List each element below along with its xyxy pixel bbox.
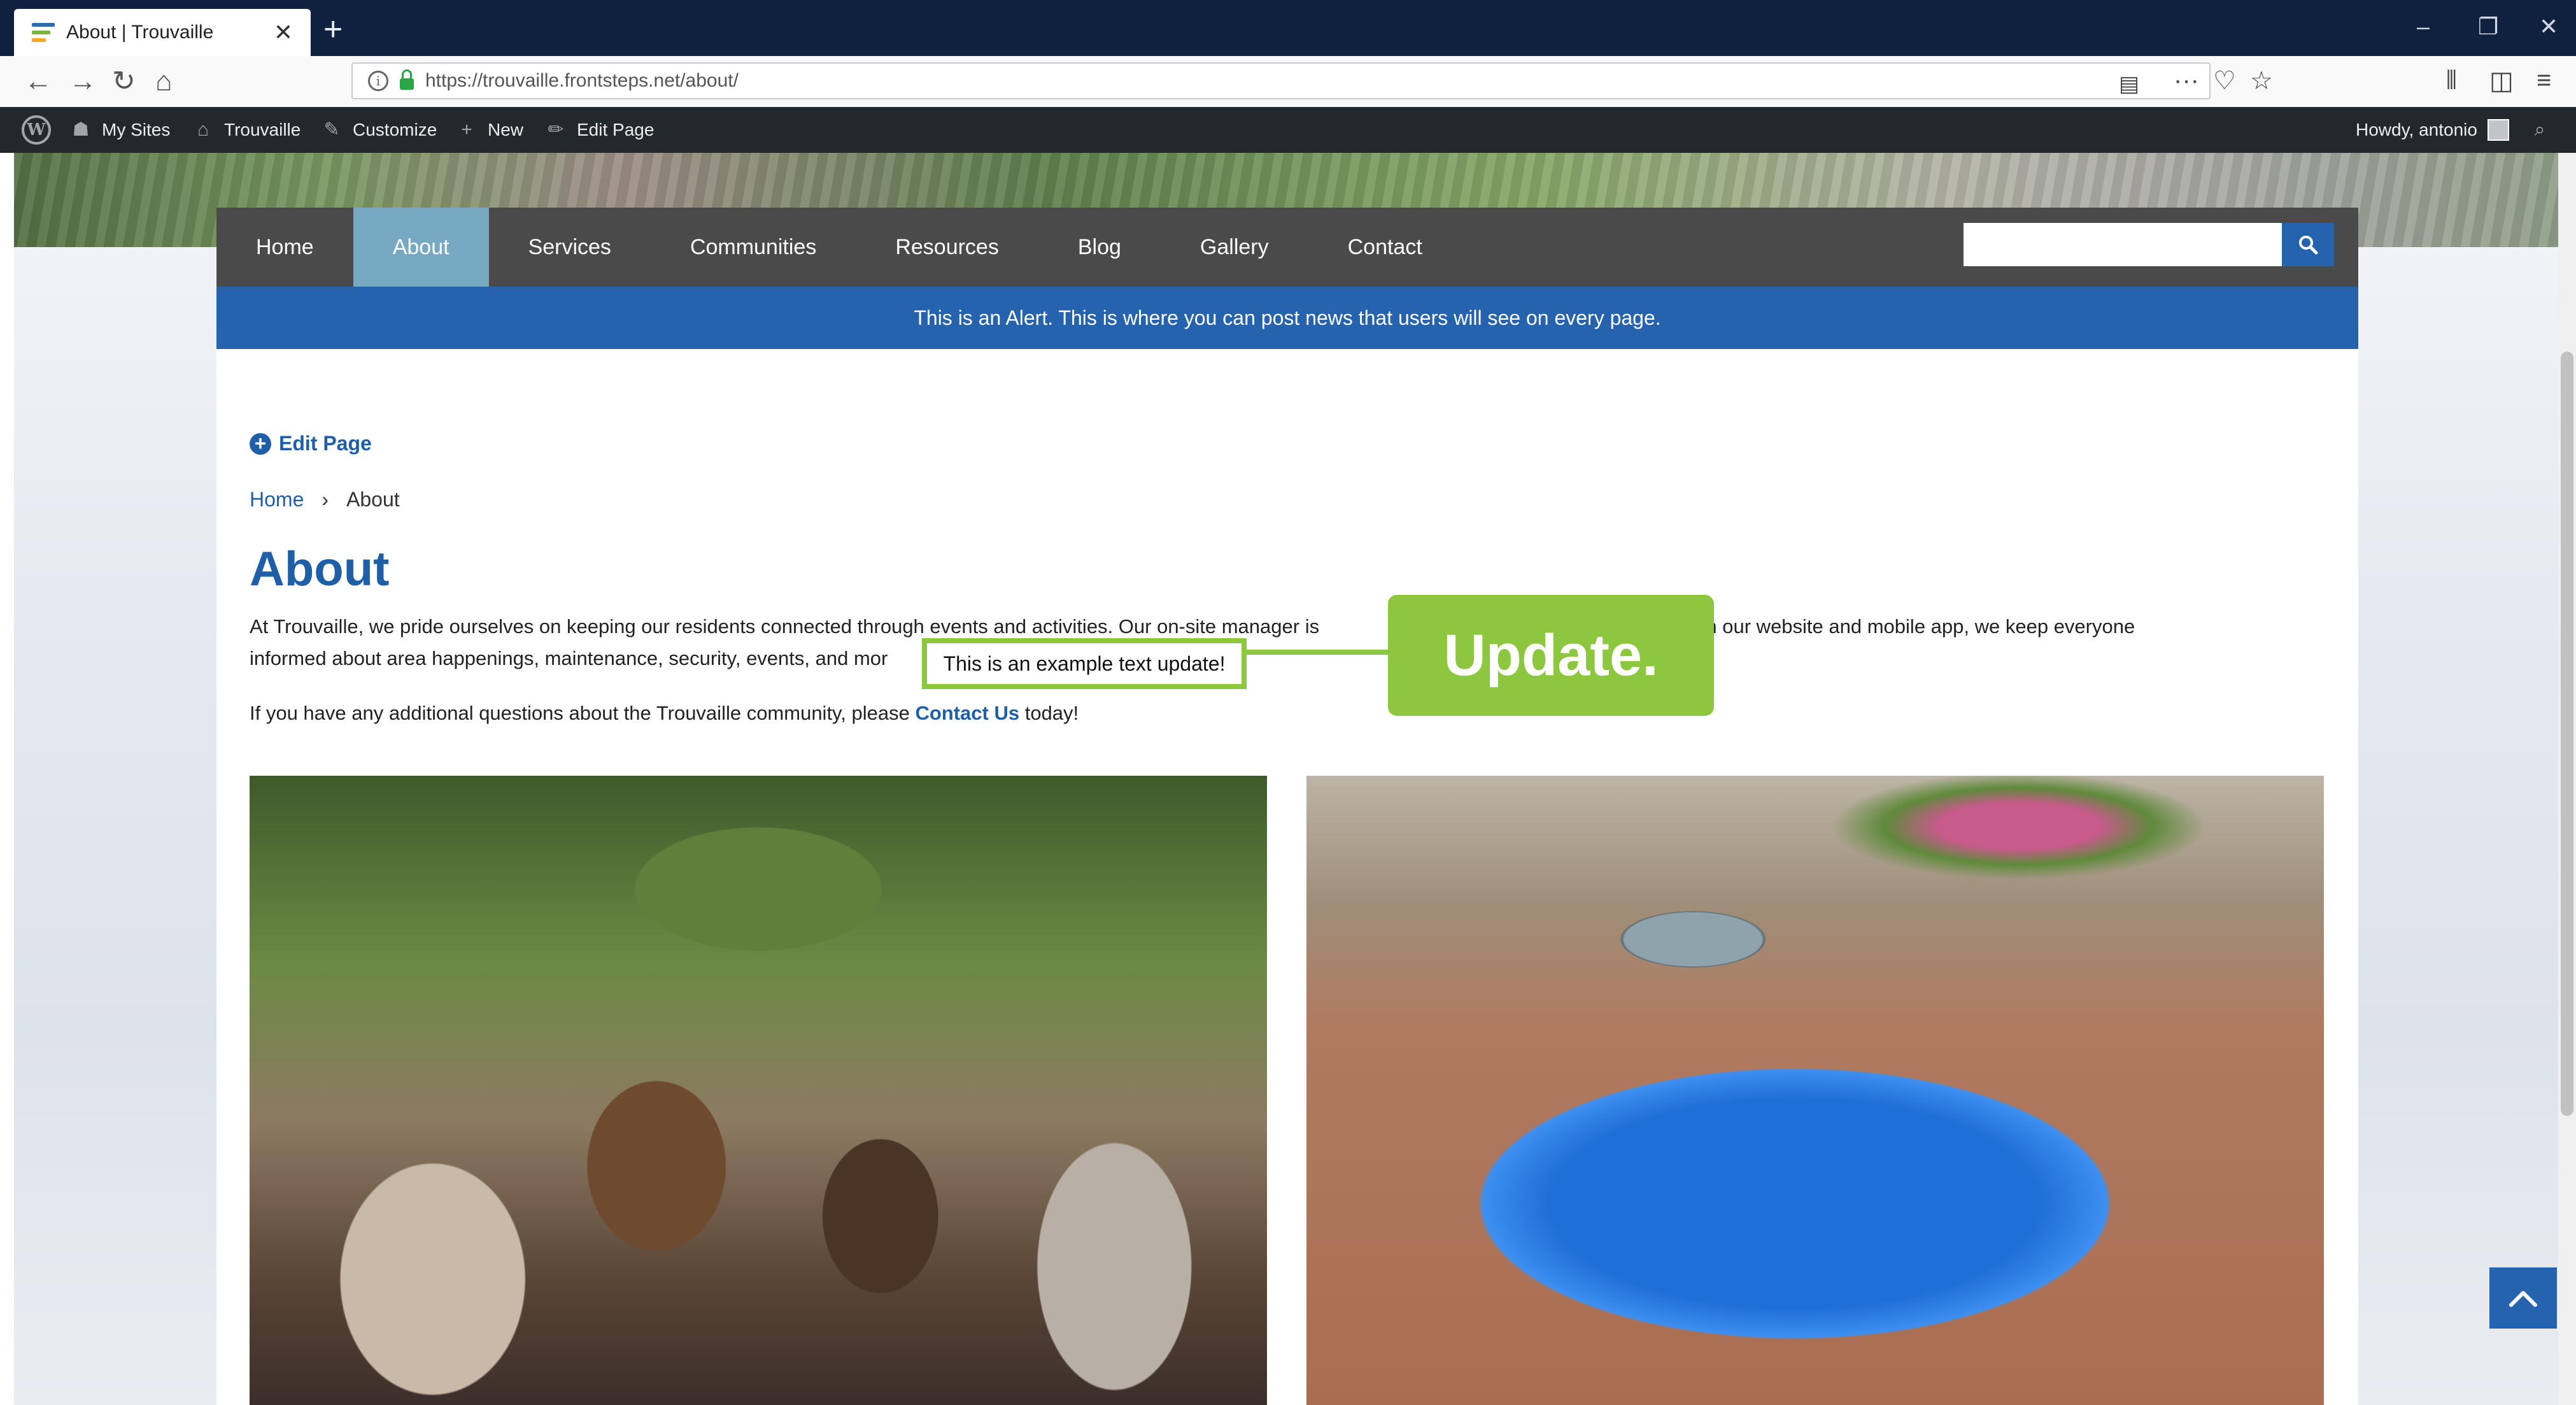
tab-title: About | Trouvaille [66, 22, 214, 43]
page-left-edge [0, 153, 14, 1405]
intro-paragraph-line2: informed about area happenings, maintena… [250, 647, 888, 669]
admin-customize-label: Customize [353, 120, 437, 139]
page-actions-icon[interactable]: ··· [2174, 66, 2199, 95]
page-title: About [250, 542, 390, 596]
intro-line1-start: At Trouvaille, we pride ourselves on kee… [250, 615, 1320, 638]
browser-toolbar: ← → ↻ ⌂ i https://trouvaille.frontsteps.… [0, 56, 2576, 108]
highlighted-text-update: This is an example text update! [922, 638, 1247, 689]
admin-new-label: New [488, 120, 524, 139]
nav-resources[interactable]: Resources [856, 208, 1038, 287]
forward-icon[interactable]: → [69, 65, 97, 98]
network-icon: ☗ [72, 119, 90, 140]
bookmark-star-icon[interactable]: ☆ [2250, 66, 2273, 96]
pencil-icon: ✏ [548, 119, 564, 140]
browser-tab-bar: About | Trouvaille ✕ + – ❐ ✕ [0, 0, 2576, 56]
browser-tab[interactable]: About | Trouvaille ✕ [14, 9, 311, 56]
avatar [2487, 119, 2509, 141]
back-icon[interactable]: ← [24, 65, 52, 98]
home-icon[interactable]: ⌂ [155, 65, 173, 98]
contact-us-link[interactable]: Contact Us [915, 702, 1019, 724]
restore-icon[interactable]: ❐ [2478, 14, 2498, 39]
update-callout-badge: Update. [1388, 595, 1714, 716]
contact-text-before: If you have any additional questions abo… [250, 702, 916, 724]
close-tab-icon[interactable]: ✕ [274, 19, 293, 46]
contact-text-after: today! [1019, 702, 1079, 724]
admin-edit-page[interactable]: ✏ Edit Page [545, 107, 654, 153]
wp-logo-menu[interactable]: W [22, 107, 51, 153]
wordpress-logo-icon: W [22, 115, 51, 145]
admin-my-sites[interactable]: ☗ My Sites [70, 107, 171, 153]
menu-icon[interactable]: ≡ [2537, 66, 2551, 95]
lock-icon [400, 69, 414, 90]
intro-paragraph-line1: At Trouvaille, we pride ourselves on kee… [250, 615, 2135, 638]
search-icon: ⌕ [2534, 119, 2545, 140]
reader-view-icon[interactable]: ▤ [2119, 71, 2139, 97]
admin-search[interactable]: ⌕ [2529, 107, 2551, 153]
nav-services[interactable]: Services [489, 208, 651, 287]
chevron-up-icon [2509, 1291, 2537, 1307]
sidebar-icon[interactable]: ◫ [2489, 66, 2514, 96]
plus-circle-icon: + [250, 432, 271, 455]
site-info-icon[interactable]: i [368, 71, 388, 91]
url-text[interactable]: https://trouvaille.frontsteps.net/about/ [425, 70, 739, 92]
admin-account[interactable]: Howdy, antonio [2356, 107, 2509, 153]
breadcrumb-home[interactable]: Home [250, 488, 304, 511]
admin-site-name[interactable]: ⌂ Trouvaille [192, 107, 301, 153]
alert-text: This is an Alert. This is where you can … [914, 306, 1661, 329]
admin-edit-page-label: Edit Page [577, 120, 655, 139]
plus-icon: + [461, 119, 472, 140]
home-icon: ⌂ [197, 119, 209, 140]
highlighted-text: This is an example text update! [943, 652, 1226, 675]
site-navigation: Home About Services Communities Resource… [216, 208, 2358, 287]
nav-communities[interactable]: Communities [651, 208, 856, 287]
address-bar[interactable]: i https://trouvaille.frontsteps.net/abou… [351, 62, 2211, 99]
nav-blog[interactable]: Blog [1038, 208, 1161, 287]
edit-page-link[interactable]: + Edit Page [250, 432, 372, 455]
brush-icon: ✎ [323, 119, 340, 140]
admin-new[interactable]: + New [456, 107, 523, 153]
wp-admin-bar: W ☗ My Sites ⌂ Trouvaille ✎ Customize + … [0, 107, 2576, 153]
admin-greeting: Howdy, antonio [2356, 120, 2477, 139]
page-scrollbar-thumb[interactable] [2561, 352, 2573, 1116]
breadcrumb-separator: › [322, 488, 329, 511]
library-icon[interactable]: ⫴ [2446, 66, 2457, 95]
breadcrumb: Home › About [250, 488, 400, 511]
scroll-to-top-button[interactable] [2489, 1267, 2557, 1329]
edit-page-label: Edit Page [279, 432, 372, 455]
alert-banner: This is an Alert. This is where you can … [216, 287, 2358, 349]
close-window-icon[interactable]: ✕ [2539, 14, 2558, 39]
callout-connector [1247, 650, 1391, 655]
update-callout-label: Update. [1443, 622, 1659, 688]
nav-about[interactable]: About [353, 208, 489, 287]
pocket-icon[interactable]: ♡ [2213, 66, 2236, 96]
admin-customize[interactable]: ✎ Customize [321, 107, 437, 153]
site-search-input[interactable] [1964, 223, 2282, 266]
admin-my-sites-label: My Sites [102, 120, 171, 139]
new-tab-icon[interactable]: + [323, 13, 343, 46]
reload-icon[interactable]: ↻ [112, 65, 136, 98]
minimize-icon[interactable]: – [2417, 14, 2430, 39]
search-icon [2299, 236, 2318, 255]
nav-home[interactable]: Home [216, 208, 353, 287]
site-search-button[interactable] [2282, 223, 2334, 266]
nav-contact[interactable]: Contact [1308, 208, 1462, 287]
admin-site-name-label: Trouvaille [224, 120, 301, 139]
pool-photo [1306, 776, 2324, 1405]
contact-paragraph: If you have any additional questions abo… [250, 702, 1079, 725]
site-favicon-icon [32, 23, 55, 42]
breadcrumb-current: About [346, 488, 400, 511]
community-event-photo [250, 776, 1267, 1405]
nav-gallery[interactable]: Gallery [1161, 208, 1308, 287]
